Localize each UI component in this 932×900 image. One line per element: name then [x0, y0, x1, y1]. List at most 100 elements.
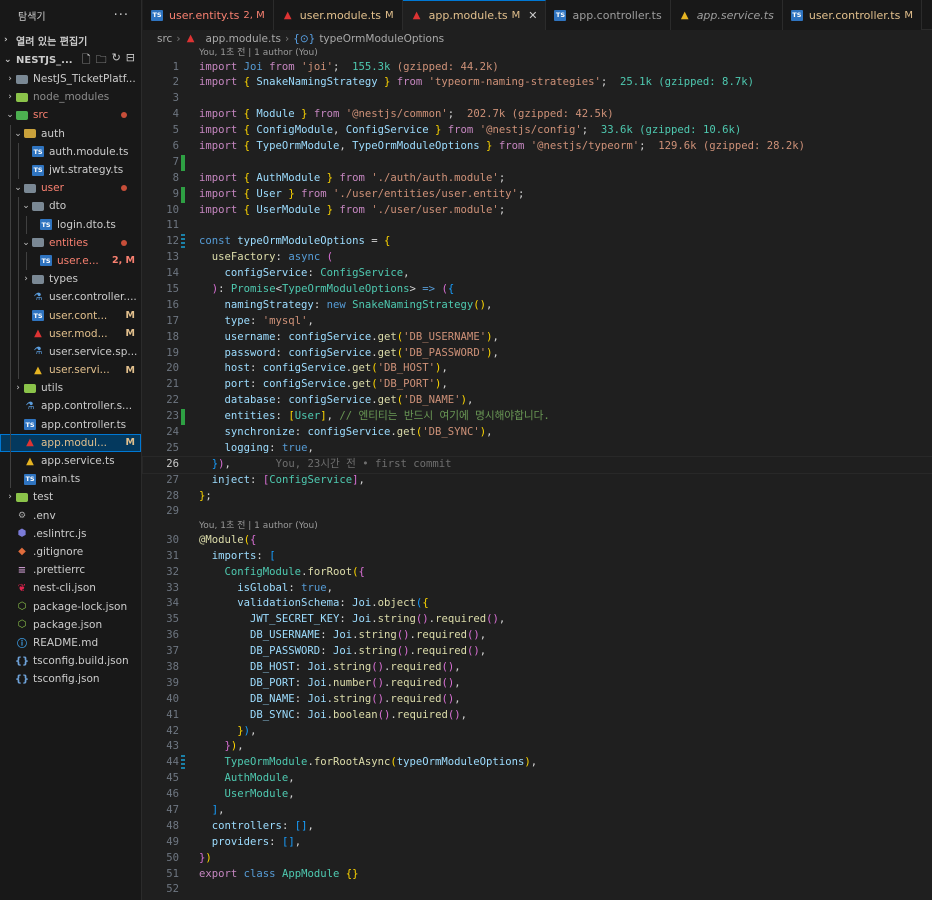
codelens-blame[interactable]: You, 1초 전 | 1 author (You) [143, 520, 932, 533]
tree-file[interactable]: TS jwt.strategy.ts [0, 160, 141, 180]
tree-file[interactable]: {} tsconfig.build.json [0, 652, 141, 670]
breadcrumb-file[interactable]: app.module.ts [206, 33, 281, 45]
editor-tab[interactable]: ▲ user.module.ts M [273, 0, 403, 30]
chevron-right-icon[interactable]: › [12, 383, 24, 393]
code-line[interactable]: 10 import { UserModule } from './user/use… [143, 203, 932, 219]
code-line[interactable]: 29 [143, 504, 932, 520]
code-line[interactable]: 1 import Joi from 'joi'; 155.3k (gzipped:… [143, 60, 932, 76]
code-line[interactable]: 13 useFactory: async ( [143, 250, 932, 266]
tree-folder[interactable]: ⌄ user [0, 179, 141, 198]
editor-tab[interactable]: ▲ app.module.ts M ✕ [402, 0, 547, 30]
tree-file[interactable]: TS main.ts [0, 470, 141, 489]
code-line[interactable]: 52 [143, 882, 932, 898]
tree-file[interactable]: ⚗ user.controller.... [0, 288, 141, 307]
code-line[interactable]: 43 }), [143, 739, 932, 755]
tree-file[interactable]: TS auth.module.ts [0, 142, 141, 161]
chevron-down-icon[interactable]: ⌄ [12, 129, 24, 139]
chevron-down-icon[interactable]: ⌄ [4, 110, 16, 120]
code-line[interactable]: 49 providers: [], [143, 835, 932, 851]
code-line[interactable]: 31 imports: [ [143, 549, 932, 565]
code-line[interactable]: 16 namingStrategy: new SnakeNamingStrate… [143, 298, 932, 314]
tree-folder[interactable]: › utils [0, 379, 141, 398]
code-line[interactable]: 48 controllers: [], [143, 819, 932, 835]
new-folder-icon[interactable]: 🗀 [96, 51, 107, 70]
code-line[interactable]: 18 username: configService.get('DB_USERN… [143, 330, 932, 346]
code-line[interactable]: 21 port: configService.get('DB_PORT'), [143, 377, 932, 393]
code-line[interactable]: 44 TypeOrmModule.forRootAsync(typeOrmMod… [143, 755, 932, 772]
chevron-down-icon[interactable]: ⌄ [20, 238, 32, 248]
tree-folder[interactable]: › node_modules [0, 88, 141, 106]
tree-folder[interactable]: ⌄ src [0, 106, 141, 124]
code-line[interactable]: 27 inject: [ConfigService], [143, 473, 932, 489]
breadcrumb-symbol[interactable]: typeOrmModuleOptions [319, 33, 444, 45]
tree-file[interactable]: ⚗ user.service.sp... [0, 342, 141, 361]
tree-file[interactable]: ▲ user.servi... M [0, 361, 141, 380]
tree-file[interactable]: ⬡ package.json [0, 616, 141, 634]
tree-folder[interactable]: ⌄ entities [0, 233, 141, 252]
tree-file[interactable]: TS login.dto.ts [0, 215, 141, 234]
code-line[interactable]: 12 const typeOrmModuleOptions = { [143, 234, 932, 251]
tree-file[interactable]: ▲ app.modul... M [0, 433, 141, 452]
code-line[interactable]: 7 [143, 154, 932, 171]
code-line[interactable]: 25 logging: true, [143, 441, 932, 457]
close-icon[interactable]: ✕ [528, 9, 537, 22]
code-line[interactable]: 40 DB_NAME: Joi.string().required(), [143, 692, 932, 708]
more-actions-icon[interactable]: ··· [114, 8, 129, 23]
code-line[interactable]: 15 ): Promise<TypeOrmModuleOptions> => (… [143, 282, 932, 298]
tree-file[interactable]: ⚗ app.controller.s... [0, 397, 141, 416]
tree-file[interactable]: TS user.cont... M [0, 306, 141, 325]
tree-file[interactable]: TS user.e... 2, M [0, 251, 141, 271]
code-line[interactable]: 4 import { Module } from '@nestjs/common'… [143, 107, 932, 123]
editor-tab[interactable]: TS user.controller.ts M [782, 0, 922, 30]
code-line[interactable]: 41 DB_SYNC: Joi.boolean().required(), [143, 708, 932, 724]
new-file-icon[interactable]: 🗋 [82, 51, 91, 70]
chevron-right-icon[interactable]: › [4, 492, 16, 502]
code-line[interactable]: 14 configService: ConfigService, [143, 266, 932, 282]
tree-file[interactable]: TS app.controller.ts [0, 415, 141, 434]
code-line[interactable]: 42 }), [143, 724, 932, 740]
code-line[interactable]: 20 host: configService.get('DB_HOST'), [143, 361, 932, 377]
code-line[interactable]: 28}; [143, 489, 932, 505]
open-editors-section[interactable]: › 열려 있는 편집기 [0, 30, 141, 50]
tree-folder[interactable]: › NestJS_TicketPlatf... [0, 70, 141, 88]
code-line[interactable]: 34 validationSchema: Joi.object({ [143, 596, 932, 612]
collapse-all-icon[interactable]: ⊟ [126, 51, 135, 70]
chevron-down-icon[interactable]: ⌄ [20, 201, 32, 211]
code-line[interactable]: 38 DB_HOST: Joi.string().required(), [143, 660, 932, 676]
chevron-right-icon[interactable]: › [4, 74, 16, 84]
chevron-right-icon[interactable]: › [4, 92, 16, 102]
chevron-down-icon[interactable]: ⌄ [12, 183, 24, 193]
code-line[interactable]: 50}) [143, 851, 932, 867]
code-line[interactable]: 23 entities: [User], // 엔티티는 반드시 여기에 명시해… [143, 409, 932, 425]
refresh-icon[interactable]: ↻ [112, 51, 121, 70]
codelens-blame[interactable]: You, 1초 전 | 1 author (You) [143, 47, 932, 60]
tree-file[interactable]: ❦ nest-cli.json [0, 579, 141, 597]
code-line[interactable]: 24 synchronize: configService.get('DB_SY… [143, 425, 932, 441]
code-line[interactable]: 5 import { ConfigModule, ConfigService } … [143, 123, 932, 139]
tree-file[interactable]: ▲ user.mod... M [0, 324, 141, 343]
code-line[interactable]: 32 ConfigModule.forRoot({ [143, 565, 932, 581]
chevron-right-icon[interactable]: › [20, 274, 32, 284]
editor-tab[interactable]: ▲ app.service.ts [670, 0, 783, 30]
project-section[interactable]: ⌄ NESTJS_... 🗋 🗀 ↻ ⊟ [0, 50, 141, 70]
editor-tab[interactable]: TS user.entity.ts 2, M [143, 0, 274, 30]
code-line[interactable]: 8 import { AuthModule } from './auth/auth… [143, 171, 932, 187]
code-line[interactable]: 51 export class AppModule {} [143, 867, 932, 883]
tree-file[interactable]: ⚙ .env [0, 507, 141, 525]
tree-file[interactable]: {} tsconfig.json [0, 670, 141, 688]
tree-folder[interactable]: ⌄ auth [0, 124, 141, 143]
code-line[interactable]: 39 DB_PORT: Joi.number().required(), [143, 676, 932, 692]
code-line[interactable]: 45 AuthModule, [143, 771, 932, 787]
code-line[interactable]: 30 @Module({ [143, 533, 932, 549]
tree-folder[interactable]: ⌄ dto [0, 197, 141, 216]
breadcrumb-src[interactable]: src [157, 33, 172, 45]
tree-file[interactable]: ◆ .gitignore [0, 543, 141, 561]
code-line[interactable]: 19 password: configService.get('DB_PASSW… [143, 346, 932, 362]
tree-file[interactable]: ▲ app.service.ts [0, 451, 141, 471]
code-editor[interactable]: You, 1초 전 | 1 author (You) 1 import Joi f… [142, 47, 932, 900]
code-line[interactable]: 9 import { User } from './user/entities/u… [143, 186, 932, 203]
tree-folder[interactable]: › test [0, 488, 141, 506]
code-line[interactable]: 36 DB_USERNAME: Joi.string().required(), [143, 628, 932, 644]
code-line[interactable]: 47 ], [143, 803, 932, 819]
code-line[interactable]: 6 import { TypeOrmModule, TypeOrmModuleOp… [143, 139, 932, 155]
